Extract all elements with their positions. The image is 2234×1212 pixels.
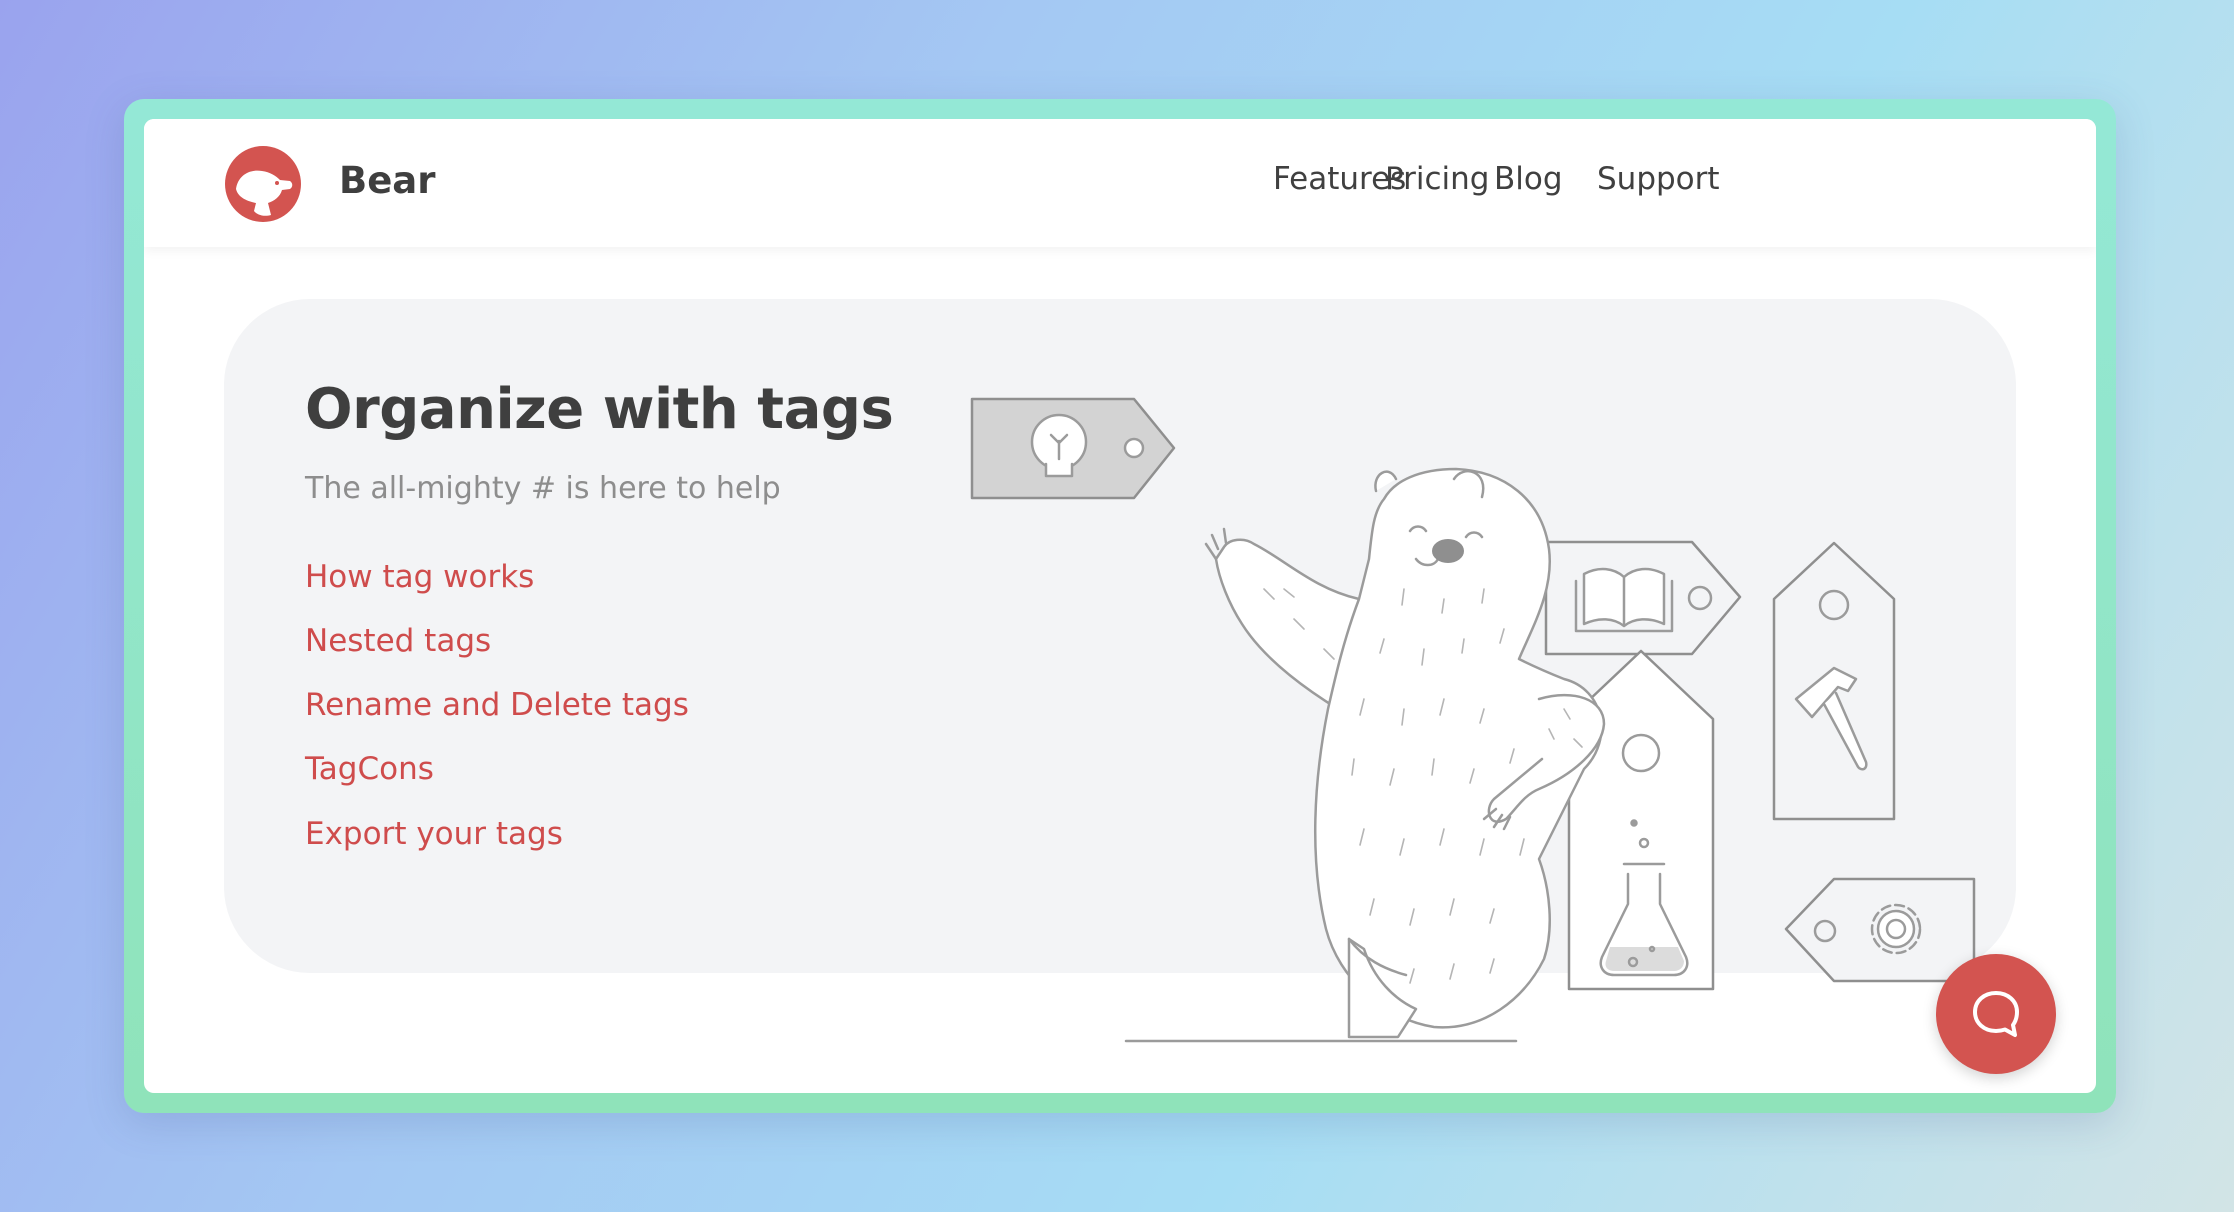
polar-bear bbox=[1204, 467, 1606, 1039]
gear-icon bbox=[1870, 903, 1922, 955]
hammer-tag bbox=[1772, 541, 1896, 821]
lightbulb-tag bbox=[970, 397, 1176, 500]
gear-tag bbox=[1784, 877, 1976, 983]
chat-bubble-icon bbox=[1973, 991, 2019, 1037]
browser-frame: Bear Features Pricing Blog Support Organ… bbox=[124, 99, 2116, 1113]
bear-tags-illustration bbox=[970, 397, 1976, 1043]
book-tag bbox=[1544, 540, 1742, 656]
chat-button[interactable] bbox=[1936, 954, 2056, 1074]
book-icon bbox=[1574, 567, 1674, 633]
page-window: Bear Features Pricing Blog Support Organ… bbox=[144, 119, 2096, 1093]
